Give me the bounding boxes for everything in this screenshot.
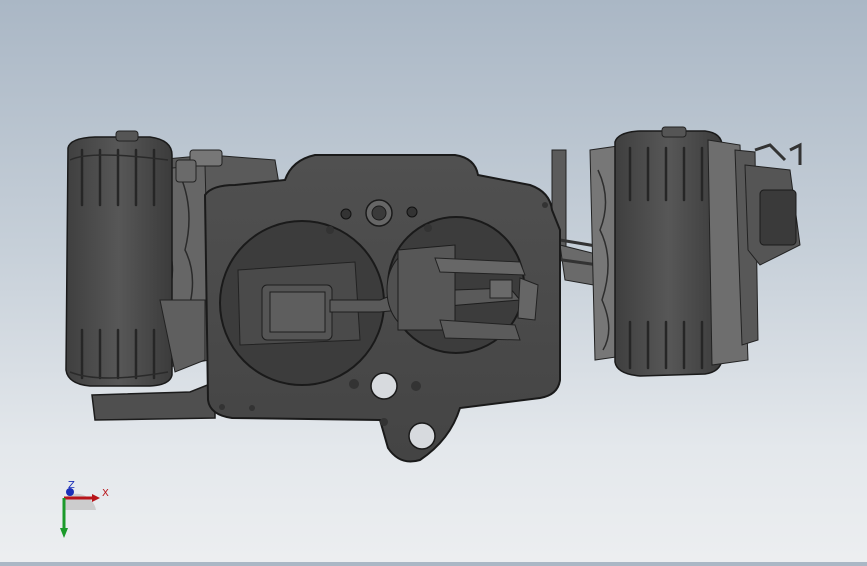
triad-plane [64,493,96,510]
y-axis-arrow [60,528,68,538]
z-axis-label: Z [68,480,75,491]
engine-model[interactable] [0,0,867,562]
right-cylinder[interactable] [547,126,802,377]
coordinate-triad[interactable]: X Z [52,478,112,542]
3d-model-viewport[interactable] [0,0,867,562]
x-axis-label: X [102,488,109,499]
x-axis-arrow [92,494,100,502]
